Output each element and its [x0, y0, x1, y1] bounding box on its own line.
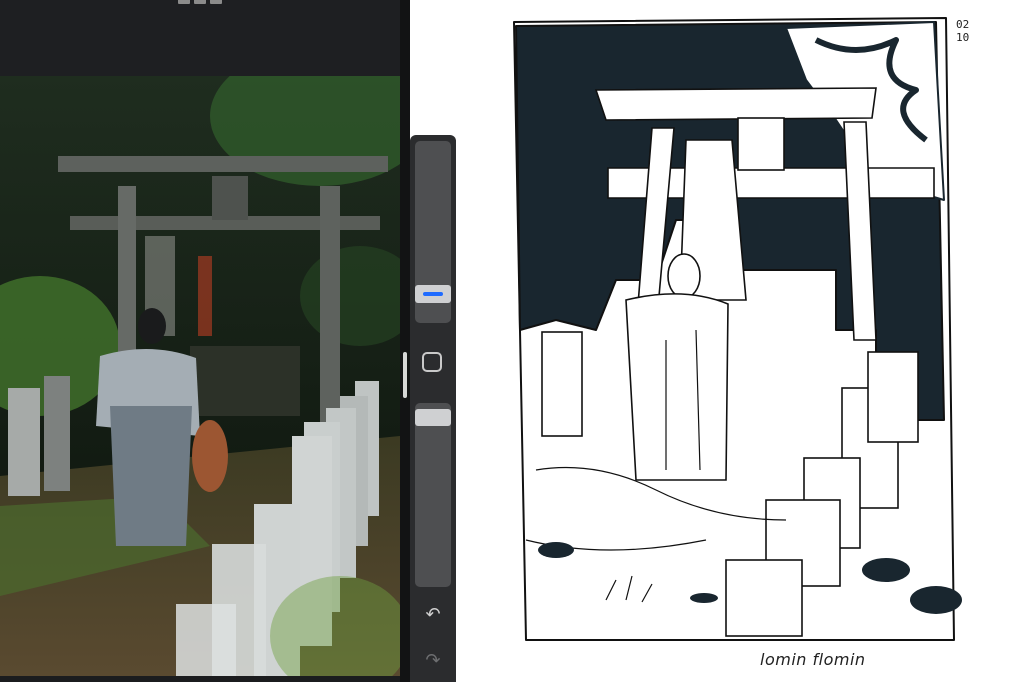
sketch-ink-blot [538, 542, 574, 558]
handle-segment [178, 0, 190, 4]
sketch-stone [725, 559, 803, 637]
reference-topbar [0, 0, 400, 76]
undo-icon[interactable]: ↶ [420, 604, 446, 626]
side-toolbar: ↶ ↷ [410, 135, 456, 682]
sketch-ink-blot [910, 586, 962, 614]
opacity-thumb[interactable] [415, 409, 451, 426]
sketch-ink-blot [690, 593, 718, 603]
topbar-grab-handle[interactable] [178, 0, 222, 4]
redo-icon[interactable]: ↷ [420, 650, 446, 672]
person-hakama [110, 406, 192, 546]
panel-divider[interactable] [400, 0, 410, 682]
memorial-stone [44, 376, 70, 491]
red-post [198, 256, 212, 336]
sketch-person-head [667, 253, 701, 299]
handle-segment [210, 0, 222, 4]
torii-pillar [320, 186, 340, 426]
sketch-torii-top [594, 87, 877, 121]
sketch-person-body [625, 293, 729, 481]
sketch-torii-plaque [737, 117, 785, 171]
reference-panel [0, 0, 400, 682]
opacity-slider[interactable] [415, 403, 451, 587]
brush-size-slider[interactable] [415, 141, 451, 323]
sketch-signature: lomin flomin [760, 650, 866, 669]
torii-kasagi [58, 156, 388, 172]
handle-segment [194, 0, 206, 4]
sketch-stone [867, 351, 919, 443]
reference-photo-illustration [0, 76, 400, 676]
torii-plaque [212, 176, 248, 220]
straw-hat [192, 420, 228, 492]
square-modify-icon[interactable] [422, 352, 442, 372]
sketch-ink-blot [862, 558, 910, 582]
person-head [138, 308, 166, 344]
sketch-drawing [513, 17, 962, 641]
stone-steps [190, 346, 300, 416]
reference-photo [0, 76, 400, 676]
sketch-stone [541, 331, 583, 437]
sketch-margin-note: 0210 [956, 18, 970, 44]
sketch-canvas[interactable] [456, 0, 1024, 682]
divider-grip-handle[interactable] [403, 352, 407, 398]
memorial-stone [176, 604, 236, 676]
memorial-stone [8, 388, 40, 496]
brush-size-thumb[interactable] [415, 285, 451, 303]
